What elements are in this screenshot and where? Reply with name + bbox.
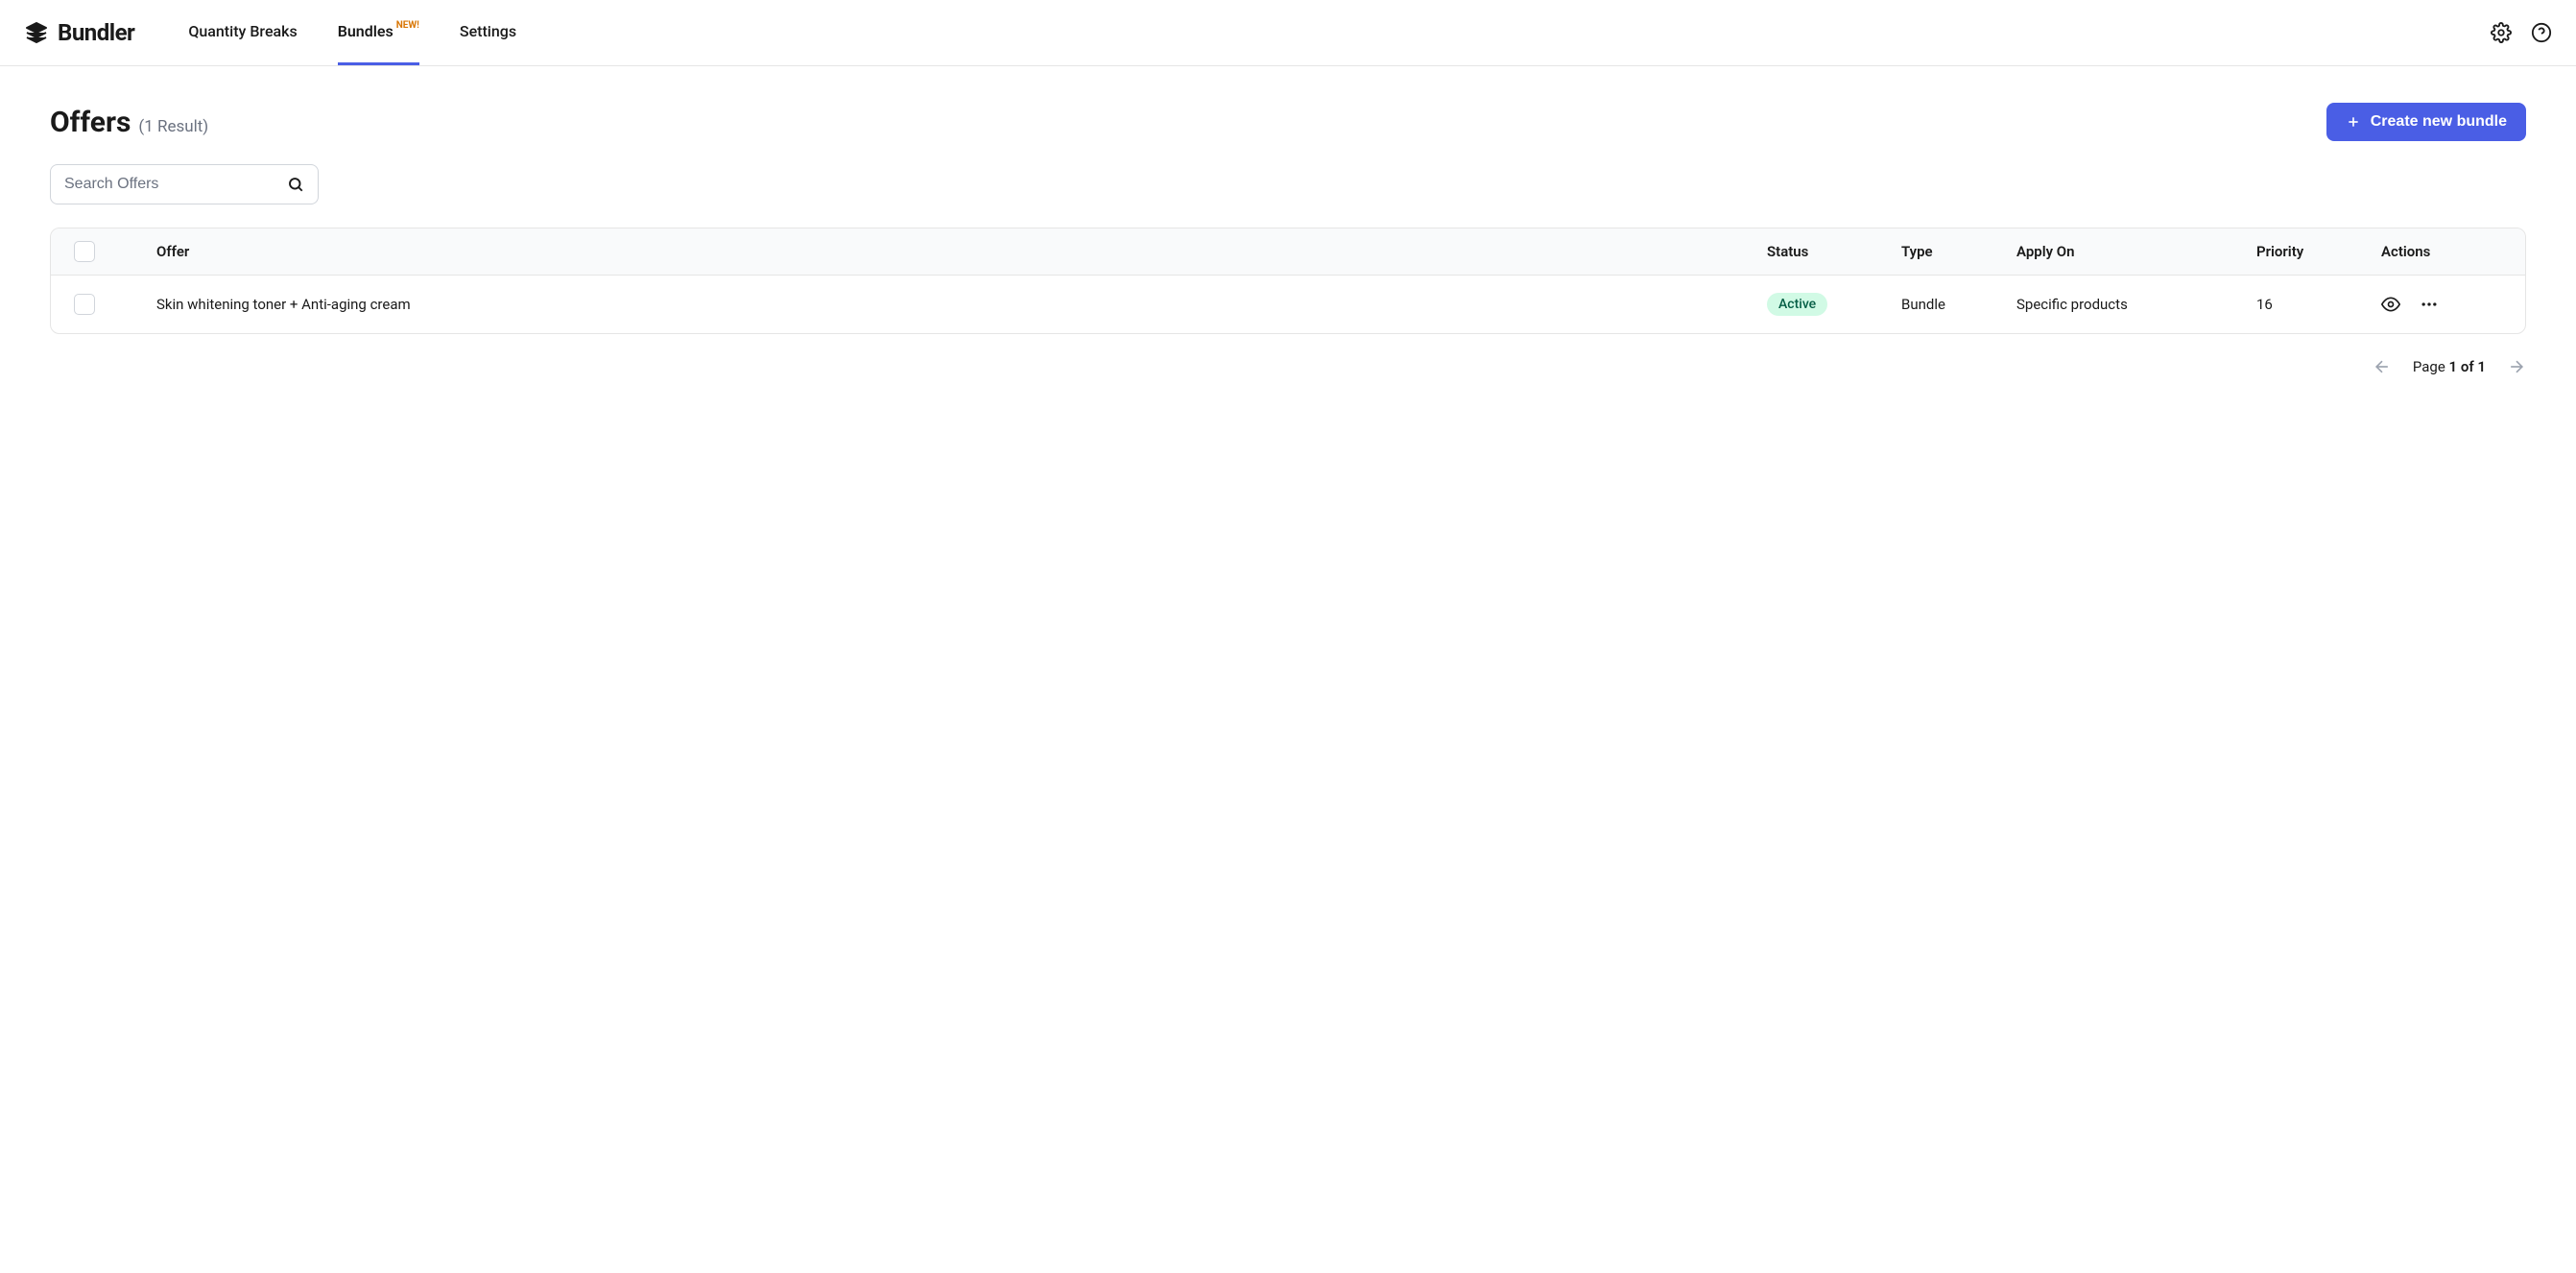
table-header-checkbox bbox=[51, 228, 108, 276]
plus-icon bbox=[2346, 114, 2361, 130]
table-header-apply-on[interactable]: Apply On bbox=[2007, 228, 2247, 276]
select-all-checkbox[interactable] bbox=[74, 241, 95, 262]
offers-table: Offer Status Type Apply On Priority Acti… bbox=[51, 228, 2525, 333]
more-horizontal-icon bbox=[2420, 295, 2439, 314]
search-input[interactable] bbox=[64, 176, 287, 193]
nav-badge-new: NEW! bbox=[396, 20, 419, 31]
page-total: 1 bbox=[2477, 358, 2486, 375]
nav-item-settings[interactable]: Settings bbox=[460, 0, 516, 65]
page-header: Offers (1 Result) Create new bundle bbox=[50, 103, 2526, 141]
status-badge: Active bbox=[1767, 293, 1827, 316]
table-cell-apply-on: Specific products bbox=[2007, 276, 2247, 334]
nav-label: Settings bbox=[460, 22, 516, 40]
topbar-left: Bundler Quantity Breaks Bundles NEW! Set… bbox=[23, 0, 516, 65]
table-cell-offer[interactable]: Skin whitening toner + Anti-aging cream bbox=[108, 276, 1757, 334]
page-of: of bbox=[2461, 358, 2474, 375]
create-button-label: Create new bundle bbox=[2371, 113, 2507, 131]
table-cell-type: Bundle bbox=[1892, 276, 2007, 334]
table-header-offer[interactable]: Offer bbox=[108, 228, 1757, 276]
search-icon bbox=[287, 176, 304, 193]
nav-label: Bundles bbox=[338, 22, 394, 40]
table-header-row: Offer Status Type Apply On Priority Acti… bbox=[51, 228, 2525, 276]
nav-label: Quantity Breaks bbox=[188, 22, 297, 40]
pagination: Page 1 of 1 bbox=[50, 357, 2526, 376]
page-title-group: Offers (1 Result) bbox=[50, 106, 208, 139]
nav-item-bundles[interactable]: Bundles NEW! bbox=[338, 0, 419, 65]
prev-page-button[interactable] bbox=[2373, 357, 2392, 376]
logo-stack-icon bbox=[23, 21, 50, 44]
create-bundle-button[interactable]: Create new bundle bbox=[2326, 103, 2526, 141]
eye-icon bbox=[2381, 295, 2400, 314]
table-header-type[interactable]: Type bbox=[1892, 228, 2007, 276]
table-row: Skin whitening toner + Anti-aging cream … bbox=[51, 276, 2525, 334]
page-result-count: (1 Result) bbox=[138, 117, 208, 136]
main-nav: Quantity Breaks Bundles NEW! Settings bbox=[188, 0, 516, 65]
table-header-actions: Actions bbox=[2372, 228, 2525, 276]
main-content: Offers (1 Result) Create new bundle bbox=[0, 66, 2576, 413]
next-page-button[interactable] bbox=[2507, 357, 2526, 376]
logo[interactable]: Bundler bbox=[23, 19, 134, 46]
page-current: 1 bbox=[2449, 358, 2458, 375]
settings-button[interactable] bbox=[2490, 21, 2513, 44]
help-button[interactable] bbox=[2530, 21, 2553, 44]
row-checkbox[interactable] bbox=[74, 294, 95, 315]
page-label-prefix: Page bbox=[2413, 358, 2445, 375]
logo-text: Bundler bbox=[58, 19, 134, 46]
view-button[interactable] bbox=[2381, 295, 2400, 314]
table-cell-actions bbox=[2372, 276, 2525, 334]
topbar: Bundler Quantity Breaks Bundles NEW! Set… bbox=[0, 0, 2576, 66]
search-box[interactable] bbox=[50, 164, 319, 204]
table-header-priority[interactable]: Priority bbox=[2247, 228, 2372, 276]
table-cell-status: Active bbox=[1757, 276, 1892, 334]
table-header-status[interactable]: Status bbox=[1757, 228, 1892, 276]
gear-icon bbox=[2491, 22, 2512, 43]
page-indicator: Page 1 of 1 bbox=[2413, 358, 2486, 375]
offers-table-container: Offer Status Type Apply On Priority Acti… bbox=[50, 228, 2526, 334]
nav-item-quantity-breaks[interactable]: Quantity Breaks bbox=[188, 0, 297, 65]
table-cell-checkbox bbox=[51, 276, 108, 334]
more-actions-button[interactable] bbox=[2420, 295, 2439, 314]
page-title: Offers bbox=[50, 106, 131, 139]
arrow-right-icon bbox=[2507, 357, 2526, 376]
table-cell-priority: 16 bbox=[2247, 276, 2372, 334]
topbar-right bbox=[2490, 21, 2553, 44]
help-icon bbox=[2531, 22, 2552, 43]
arrow-left-icon bbox=[2373, 357, 2392, 376]
